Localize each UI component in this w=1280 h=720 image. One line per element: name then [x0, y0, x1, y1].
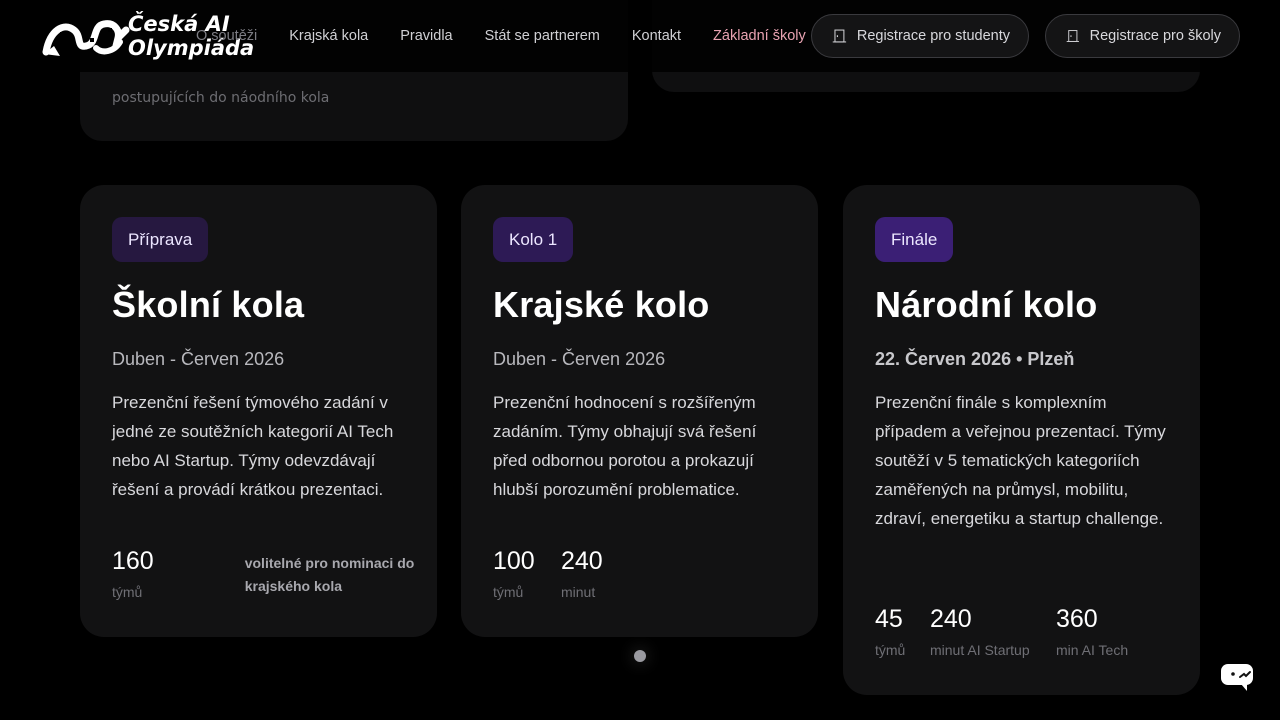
- round-date: 22. Červen 2026 • Plzeň: [875, 349, 1075, 369]
- stat-minutes-startup: 240 minut AI Startup: [930, 605, 1056, 658]
- stat-value: 360: [1056, 605, 1098, 633]
- stat-teams: 100 týmů: [493, 547, 561, 600]
- nav-item-primary-schools[interactable]: Základní školy: [713, 28, 806, 44]
- nav-item-about[interactable]: O soutěži: [196, 28, 257, 44]
- round-note: volitelné pro nominaci do krajského kola: [244, 555, 415, 594]
- register-schools-button[interactable]: Registrace pro školy: [1045, 14, 1240, 58]
- stat-label: týmů: [493, 584, 524, 600]
- round-badge: Finále: [875, 217, 954, 262]
- stat-value: 100: [493, 547, 535, 575]
- round-date: Duben - Červen 2026: [112, 349, 285, 369]
- stat-minutes: 240 minut: [561, 547, 603, 600]
- nav-item-partner[interactable]: Stát se partnerem: [485, 28, 600, 44]
- round-card-school: Příprava Školní kola Duben - Červen 2026…: [80, 185, 437, 637]
- stat-label: týmů: [875, 642, 906, 658]
- register-students-label: Registrace pro studenty: [856, 28, 1010, 44]
- previous-card-caption: postupujících do náodního kola: [112, 90, 330, 106]
- round-description: Prezenční hodnocení s rozšířeným zadáním…: [493, 393, 757, 499]
- stat-label: týmů: [112, 584, 143, 600]
- stat-value: 240: [561, 547, 603, 575]
- round-card-national: Finále Národní kolo 22. Červen 2026 • Pl…: [843, 185, 1200, 695]
- stat-label: min AI Tech: [1056, 642, 1129, 658]
- round-stats: 45 týmů 240 minut AI Startup 360 min AI …: [875, 605, 1128, 658]
- round-badge: Příprava: [112, 217, 209, 262]
- round-badge: Kolo 1: [493, 217, 574, 262]
- register-students-button[interactable]: Registrace pro studenty: [811, 14, 1029, 58]
- round-title: Školní kola: [112, 284, 305, 325]
- round-stats: 100 týmů 240 minut: [493, 547, 603, 600]
- nav-item-rules[interactable]: Pravidla: [400, 28, 452, 44]
- carousel-dot[interactable]: [634, 650, 646, 662]
- round-date: Duben - Červen 2026: [493, 349, 666, 369]
- stat-value: 240: [930, 605, 972, 633]
- chat-bubble-icon[interactable]: [1219, 661, 1255, 693]
- nav-item-contact[interactable]: Kontakt: [632, 28, 681, 44]
- stat-label: minut: [561, 584, 596, 600]
- stat-value: 45: [875, 605, 903, 633]
- round-description: Prezenční finále s komplexním případem a…: [875, 393, 1166, 528]
- round-title: Národní kolo: [875, 284, 1098, 325]
- logo-mark-icon: [42, 20, 130, 56]
- stat-label: minut AI Startup: [930, 642, 1030, 658]
- round-card-regional: Kolo 1 Krajské kolo Duben - Červen 2026 …: [461, 185, 818, 637]
- stat-teams: 160 týmů: [112, 547, 154, 600]
- door-icon: [832, 29, 847, 43]
- round-title: Krajské kolo: [493, 284, 710, 325]
- stat-minutes-tech: 360 min AI Tech: [1056, 605, 1128, 658]
- round-description: Prezenční řešení týmového zadání v jedné…: [112, 393, 394, 499]
- main-nav: O soutěži Krajská kola Pravidla Stát se …: [196, 0, 838, 72]
- nav-item-regional[interactable]: Krajská kola: [289, 28, 368, 44]
- stat-value: 160: [112, 547, 154, 575]
- door-icon: [1066, 30, 1079, 42]
- stat-teams: 45 týmů: [875, 605, 930, 658]
- round-stats: 160 týmů volitelné pro nominaci do krajs…: [112, 547, 415, 600]
- site-header: Česká AI Olympiáda O soutěži Krajská kol…: [0, 0, 1280, 72]
- register-schools-label: Registrace pro školy: [1089, 28, 1221, 44]
